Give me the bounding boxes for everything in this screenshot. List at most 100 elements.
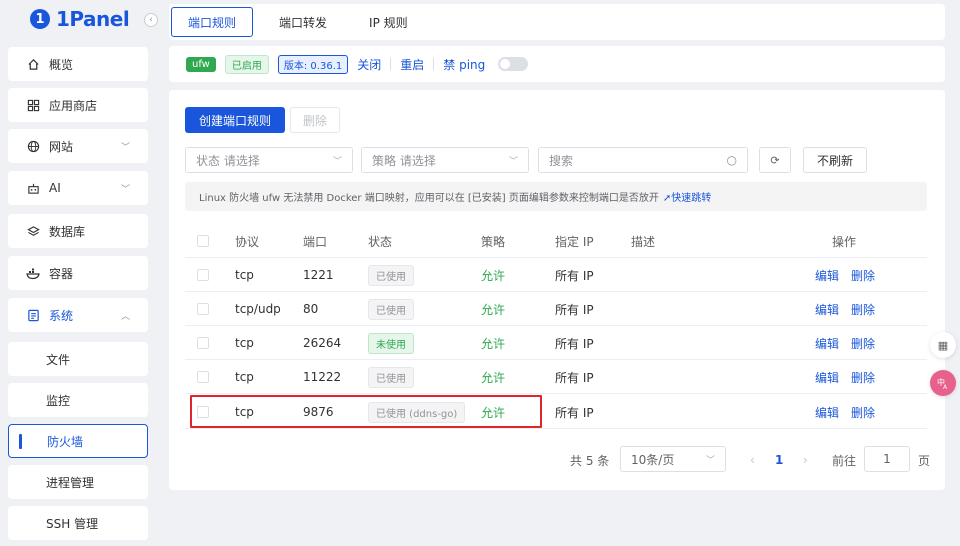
divider [390,58,392,70]
sidebar-item-ai[interactable]: AI ﹀ [8,171,148,205]
chevron-up-icon: ︿ [120,311,130,322]
cell-strategy[interactable]: 允许 [481,360,505,394]
total-count: 共 5 条 [570,453,610,468]
system-icon [26,308,40,322]
row-checkbox[interactable] [197,303,209,315]
sidebar-item-label: 概览 [49,57,74,72]
robot-icon [26,181,40,195]
sidebar-item-overview[interactable]: 概览 [8,47,148,81]
cell-protocol: tcp/udp [235,302,281,316]
table-row: tcp 1221 已使用 允许 所有 IP 编辑 删除 [185,258,927,292]
row-checkbox[interactable] [197,269,209,281]
status-filter-select[interactable]: 状态 请选择 ﹀ [185,147,353,173]
collapse-sidebar-icon[interactable]: ‹ [144,13,158,27]
col-actions: 操作 [832,234,857,249]
col-protocol: 协议 [235,234,260,249]
edit-button[interactable]: 编辑 [815,360,839,394]
table-row: tcp/udp 80 已使用 允许 所有 IP 编辑 删除 [185,292,927,326]
sidebar-item-label: 数据库 [49,224,86,239]
page-size-value: 10条/页 [631,452,675,467]
cell-port: 26264 [303,336,342,350]
row-checkbox[interactable] [197,371,209,383]
strategy-filter-value: 策略 请选择 [372,153,436,168]
delete-row-button[interactable]: 删除 [851,258,875,292]
sidebar-subitem-process[interactable]: 进程管理 [8,465,148,499]
quick-jump-link[interactable]: ➚快速跳转 [663,189,711,204]
plugin-icon[interactable]: ▦ [930,332,956,358]
close-firewall-button[interactable]: 关闭 [357,56,381,73]
auto-refresh-select[interactable]: 不刷新 [803,147,867,173]
sidebar-item-label: 应用商店 [49,98,98,113]
docker-icon [26,266,40,280]
chevron-down-icon: ﹀ [120,184,130,195]
refresh-button[interactable]: ⟳ [759,147,791,173]
sidebar-subitem-ssh[interactable]: SSH 管理 [8,506,148,540]
delete-row-button[interactable]: 删除 [851,395,875,429]
page-number-current[interactable]: 1 [775,447,783,473]
edit-button[interactable]: 编辑 [815,395,839,429]
row-checkbox[interactable] [197,406,209,418]
edit-button[interactable]: 编辑 [815,292,839,326]
page-size-select[interactable]: 10条/页 ﹀ [620,446,726,472]
table-row: tcp 9876 已使用 (ddns-go) 允许 所有 IP 编辑 删除 [185,395,927,429]
restart-firewall-button[interactable]: 重启 [400,56,424,73]
notice-text: Linux 防火墙 ufw 无法禁用 Docker 端口映射，应用可以在 [已安… [199,193,659,204]
col-strategy: 策略 [481,234,506,249]
docker-notice: Linux 防火墙 ufw 无法禁用 Docker 端口映射，应用可以在 [已安… [185,182,927,211]
cell-ip: 所有 IP [555,405,594,420]
col-description: 描述 [631,234,656,249]
cell-strategy[interactable]: 允许 [481,292,505,326]
cell-strategy[interactable]: 允许 [481,258,505,292]
col-port: 端口 [303,234,328,249]
globe-icon [26,139,40,153]
sidebar-item-app-store[interactable]: 应用商店 [8,88,148,122]
sidebar-item-label: 系统 [49,308,74,323]
refresh-icon: ⟳ [770,153,780,167]
quick-jump-label: 快速跳转 [671,193,712,204]
next-page-icon[interactable]: › [803,447,808,473]
strategy-filter-select[interactable]: 策略 请选择 ﹀ [361,147,529,173]
goto-label: 前往 [832,453,857,468]
sidebar-item-label: 进程管理 [46,475,95,490]
status-badge: 已使用 [368,366,414,388]
cell-protocol: tcp [235,370,254,384]
delete-row-button[interactable]: 删除 [851,292,875,326]
sidebar-item-database[interactable]: 数据库 [8,214,148,248]
cell-ip: 所有 IP [555,268,594,283]
ping-label: 禁 ping [443,57,486,72]
edit-button[interactable]: 编辑 [815,326,839,360]
sidebar-subitem-files[interactable]: 文件 [8,342,148,376]
sidebar-item-container[interactable]: 容器 [8,256,148,290]
tab-port-forward[interactable]: 端口转发 [263,7,343,37]
delete-row-button[interactable]: 删除 [851,326,875,360]
page-unit-label: 页 [918,453,931,468]
sidebar-subitem-monitor[interactable]: 监控 [8,383,148,417]
sidebar-item-system[interactable]: 系统 ︿ [8,298,148,332]
status-badge: 已使用 [368,264,414,286]
edit-button[interactable]: 编辑 [815,258,839,292]
cell-strategy[interactable]: 允许 [481,395,505,429]
translate-icon[interactable]: 中A [930,370,956,396]
goto-page-input[interactable]: 1 [864,446,910,472]
cell-ip: 所有 IP [555,302,594,317]
col-ip: 指定 IP [555,234,594,249]
ping-toggle[interactable] [498,57,529,71]
create-port-rule-button[interactable]: 创建端口规则 [185,107,286,133]
delete-row-button[interactable]: 删除 [851,360,875,394]
cell-strategy[interactable]: 允许 [481,326,505,360]
sidebar-item-label: 监控 [46,393,71,408]
tab-ip-rules[interactable]: IP 规则 [353,7,424,37]
home-icon [26,57,40,71]
row-checkbox[interactable] [197,337,209,349]
sidebar-item-website[interactable]: 网站 ﹀ [8,129,148,163]
status-badge: 已使用 (ddns-go) [368,401,466,423]
sidebar-subitem-firewall[interactable]: 防火墙 [8,424,148,458]
select-all-checkbox[interactable] [197,235,209,247]
status-badge: 已使用 [368,298,414,320]
tab-port-rules[interactable]: 端口规则 [171,7,254,37]
delete-button[interactable]: 删除 [290,107,341,133]
sidebar-item-label: AI [49,181,61,195]
prev-page-icon[interactable]: ‹ [750,447,755,473]
search-icon[interactable]: ○ [727,153,737,167]
search-input[interactable]: 搜索 ○ [538,147,748,173]
